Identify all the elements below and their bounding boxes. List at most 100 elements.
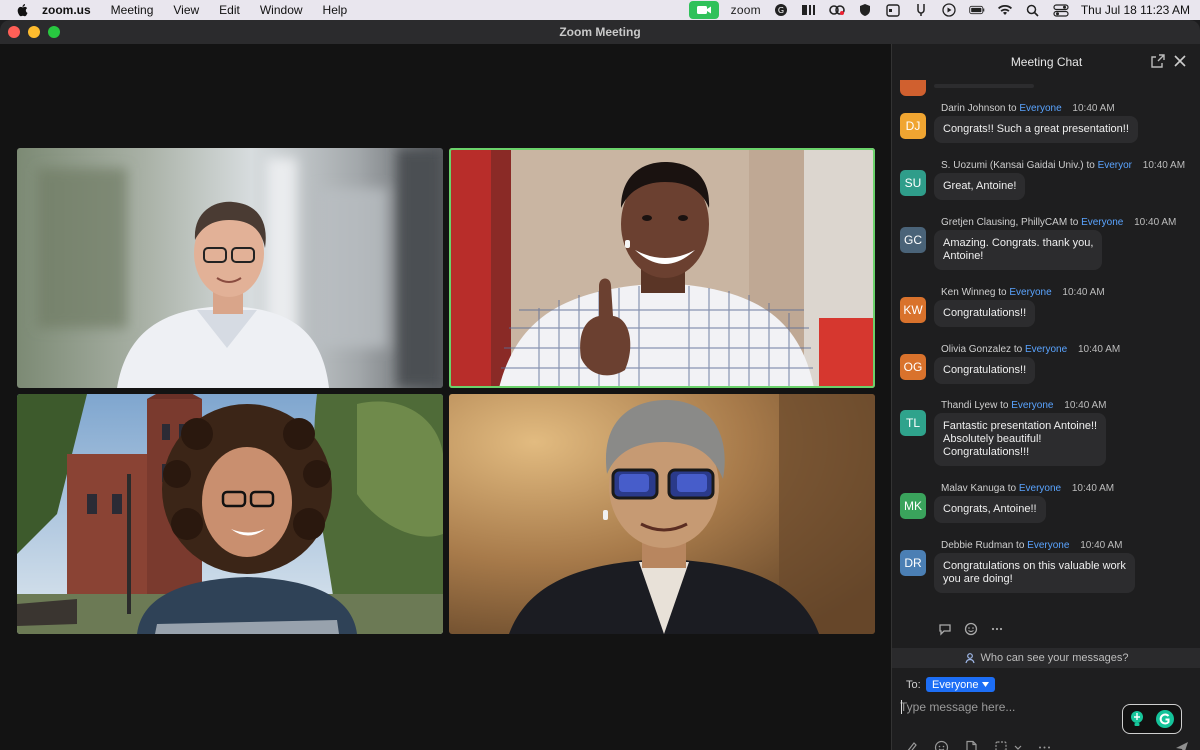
sender-name[interactable]: Thandi Lyew: [941, 400, 997, 411]
grammarly-icon[interactable]: [1155, 709, 1175, 729]
chat-message: OG Olivia Gonzalez to Everyone 10:40 AM …: [900, 344, 1200, 386]
recipient-dropdown[interactable]: Everyone: [926, 677, 996, 692]
message-bubble[interactable]: Amazing. Congrats. thank you, Antoine!: [934, 230, 1103, 270]
wifi-icon[interactable]: [997, 3, 1013, 17]
recipient-name[interactable]: Everyone: [1009, 287, 1051, 298]
sender-name[interactable]: Malav Kanuga: [941, 483, 1005, 494]
recipient-name[interactable]: Everyone: [1027, 540, 1069, 551]
bi-icon[interactable]: [801, 3, 817, 17]
sender-name[interactable]: S. Uozumi (Kansai Gaidai Univ.): [941, 160, 1084, 171]
menu-view[interactable]: View: [173, 3, 199, 17]
window-title: Zoom Meeting: [559, 25, 641, 39]
emoji-reaction-icon[interactable]: [964, 622, 978, 636]
message-meta: Malav Kanuga to Everyone 10:40 AM: [941, 483, 1114, 494]
more-options-icon[interactable]: [1037, 740, 1052, 750]
message-bubble[interactable]: Congratulations on this valuable work yo…: [934, 553, 1135, 593]
recipient-name[interactable]: Everyone: [1081, 217, 1123, 228]
menubar-clock[interactable]: Thu Jul 18 11:23 AM: [1081, 3, 1190, 17]
search-icon[interactable]: [1025, 3, 1041, 17]
video-tile-participant-1[interactable]: [17, 148, 443, 388]
recipient-name[interactable]: Everyone: [1025, 344, 1067, 355]
avatar[interactable]: GC: [900, 227, 926, 253]
close-icon[interactable]: [1173, 54, 1187, 68]
message-bubble[interactable]: Congrats, Antoine!!: [934, 496, 1046, 523]
message-input[interactable]: [900, 698, 1120, 716]
calendar-icon[interactable]: [885, 3, 901, 17]
avatar[interactable]: DR: [900, 550, 926, 576]
avatar[interactable]: DJ: [900, 113, 926, 139]
apple-icon[interactable]: [16, 3, 28, 17]
avatar[interactable]: OG: [900, 354, 926, 380]
who-can-see-messages[interactable]: Who can see your messages?: [892, 648, 1200, 668]
maximize-window-button[interactable]: [48, 26, 60, 38]
message-bubble[interactable]: Fantastic presentation Antoine!! Absolut…: [934, 413, 1107, 466]
window-titlebar[interactable]: Zoom Meeting: [0, 20, 1200, 44]
sender-name[interactable]: Gretjen Clausing, PhillyCAM: [941, 217, 1067, 228]
message-meta: Thandi Lyew to Everyone 10:40 AM: [941, 400, 1107, 411]
send-icon[interactable]: [1175, 741, 1189, 750]
menu-window[interactable]: Window: [260, 3, 303, 17]
grammarly-menubar-icon[interactable]: G: [773, 3, 789, 17]
to-word: to: [1008, 103, 1017, 114]
chat-message: TL Thandi Lyew to Everyone 10:40 AM Fant…: [900, 400, 1200, 470]
menu-app-name[interactable]: zoom.us: [42, 3, 91, 17]
grammarly-widget[interactable]: [1122, 704, 1182, 734]
play-icon[interactable]: [941, 3, 957, 17]
video-tile-participant-3[interactable]: [17, 394, 443, 634]
chat-title: Meeting Chat: [1010, 55, 1083, 69]
sender-name[interactable]: Ken Winneg: [941, 287, 995, 298]
reply-icon[interactable]: [938, 622, 952, 636]
battery-icon[interactable]: [969, 3, 985, 17]
close-window-button[interactable]: [8, 26, 20, 38]
minimize-window-button[interactable]: [28, 26, 40, 38]
recipient-name[interactable]: Everyor: [1098, 160, 1132, 171]
file-icon[interactable]: [964, 740, 979, 750]
text-caret: [901, 700, 902, 714]
screenshot-icon[interactable]: [994, 740, 1009, 750]
video-tile-participant-4[interactable]: [449, 394, 875, 634]
menu-meeting[interactable]: Meeting: [111, 3, 154, 17]
lightbulb-icon[interactable]: [1129, 710, 1145, 728]
zoom-menu-label[interactable]: zoom: [731, 3, 761, 17]
avatar-partial: [900, 80, 926, 96]
to-word: to: [1086, 160, 1095, 171]
message-time: 10:40 AM: [1134, 217, 1177, 228]
message-text-line: Antoine!: [943, 250, 984, 262]
avatar[interactable]: TL: [900, 410, 926, 436]
message-meta: Gretjen Clausing, PhillyCAM to Everyone …: [941, 217, 1176, 228]
tuning-fork-icon[interactable]: [913, 3, 929, 17]
participant-video-2: [449, 148, 875, 388]
to-label: To:: [906, 679, 921, 691]
avatar[interactable]: SU: [900, 170, 926, 196]
more-options-icon[interactable]: [990, 622, 1004, 636]
control-center-icon[interactable]: [1053, 3, 1069, 17]
chevron-down-icon[interactable]: [1014, 740, 1022, 750]
recipient-name[interactable]: Everyone: [1019, 103, 1061, 114]
zoom-meeting-window: Zoom Meeting Meeting Chat DJ Darin Johns…: [0, 20, 1200, 750]
avatar[interactable]: KW: [900, 297, 926, 323]
video-tile-active-speaker[interactable]: [449, 148, 875, 388]
sender-name[interactable]: Debbie Rudman: [941, 540, 1013, 551]
creative-cloud-icon[interactable]: [829, 3, 845, 17]
zoom-camera-icon[interactable]: [688, 1, 719, 19]
recipient-name[interactable]: Everyone: [1011, 400, 1053, 411]
sender-name[interactable]: Olivia Gonzalez: [941, 344, 1011, 355]
menu-edit[interactable]: Edit: [219, 3, 240, 17]
message-time: 10:40 AM: [1064, 400, 1107, 411]
message-time: 10:40 AM: [1080, 540, 1123, 551]
to-word: to: [1007, 483, 1017, 494]
format-text-icon[interactable]: [904, 740, 919, 750]
message-text-line: Congratulations!!!: [943, 446, 1030, 458]
popout-icon[interactable]: [1151, 54, 1165, 68]
message-bubble[interactable]: Great, Antoine!: [934, 173, 1026, 200]
recipient-name[interactable]: Everyone: [1019, 483, 1061, 494]
message-bubble[interactable]: Congratulations!!: [934, 357, 1036, 384]
message-bubble[interactable]: Congrats!! Such a great presentation!!: [934, 116, 1138, 143]
menu-help[interactable]: Help: [323, 3, 348, 17]
message-bubble[interactable]: Congratulations!!: [934, 300, 1036, 327]
emoji-icon[interactable]: [934, 740, 949, 750]
sender-name[interactable]: Darin Johnson: [941, 103, 1005, 114]
shield-icon[interactable]: [857, 3, 873, 17]
avatar[interactable]: MK: [900, 493, 926, 519]
to-word: to: [998, 287, 1007, 298]
